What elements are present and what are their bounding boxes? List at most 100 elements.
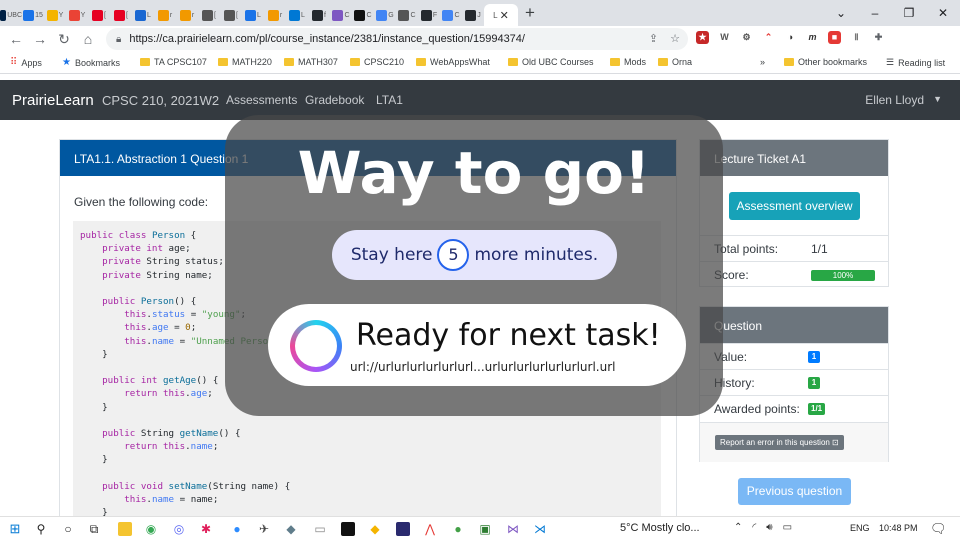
- browser-tab[interactable]: r: [264, 4, 286, 26]
- browser-tab[interactable]: F: [418, 4, 440, 26]
- browser-tab[interactable]: C: [396, 4, 418, 26]
- other-bookmarks[interactable]: Other bookmarks: [784, 57, 867, 67]
- browser-tab[interactable]: L: [132, 4, 154, 26]
- forward-icon[interactable]: →: [28, 31, 52, 47]
- bookmarks-overflow[interactable]: »: [760, 57, 765, 67]
- browser-tab[interactable]: r: [154, 4, 176, 26]
- bookmark-folder[interactable]: WebAppsWhat: [416, 57, 490, 67]
- app-icon[interactable]: ⋀: [423, 522, 437, 536]
- windows-start-icon[interactable]: ⊞: [8, 522, 22, 536]
- url-text[interactable]: https://ca.prairielearn.com/pl/course_in…: [129, 33, 525, 45]
- browser-tab[interactable]: J: [462, 4, 484, 26]
- language-indicator[interactable]: ENG: [850, 523, 870, 533]
- bookmark-apps[interactable]: ⠿ Apps: [10, 57, 42, 68]
- address-bar[interactable]: 🔒︎ https://ca.prairielearn.com/pl/course…: [106, 28, 688, 50]
- caret-down-icon[interactable]: ▼: [933, 94, 942, 104]
- minimize-button[interactable]: –: [858, 6, 892, 20]
- vscode-icon[interactable]: ⋊: [533, 522, 547, 536]
- browser-tab[interactable]: C: [440, 4, 462, 26]
- browser-tab[interactable]: [: [198, 4, 220, 26]
- app-icon[interactable]: ✈: [257, 522, 271, 536]
- browser-tab[interactable]: L: [242, 4, 264, 26]
- search-icon[interactable]: ⚲: [34, 522, 48, 536]
- cortana-icon[interactable]: ○: [61, 522, 75, 536]
- back-icon[interactable]: ←: [4, 31, 28, 47]
- next-task-button[interactable]: Ready for next task! url://urlurlurlurlu…: [268, 304, 686, 386]
- bookmark-folder[interactable]: Orna: [658, 57, 692, 67]
- close-window-button[interactable]: ✕: [926, 6, 960, 20]
- terminal-icon[interactable]: [341, 522, 355, 536]
- browser-tab[interactable]: C: [352, 4, 374, 26]
- browser-tab[interactable]: [: [88, 4, 110, 26]
- report-error-button[interactable]: Report an error in this question ⊡: [715, 435, 844, 450]
- nav-assessments[interactable]: Assessments: [226, 93, 297, 107]
- weather-widget[interactable]: 5°C Mostly clo...: [620, 522, 700, 534]
- course-link[interactable]: CPSC 210, 2021W2: [102, 93, 219, 108]
- extension-icon[interactable]: m: [806, 31, 819, 44]
- browser-tab[interactable]: 15: [22, 4, 44, 26]
- app-icon[interactable]: [396, 522, 410, 536]
- chevron-up-icon[interactable]: ⌃: [734, 522, 742, 533]
- brand-link[interactable]: PrairieLearn: [12, 92, 94, 109]
- discord-icon[interactable]: ◎: [172, 522, 186, 536]
- app-icon[interactable]: ▭: [313, 522, 327, 536]
- assessment-overview-button[interactable]: Assessment overview: [729, 192, 860, 220]
- browser-tab[interactable]: r: [176, 4, 198, 26]
- close-tab-icon[interactable]: ✕: [500, 9, 509, 22]
- user-menu[interactable]: Ellen Lloyd: [865, 93, 924, 107]
- stay-here-button[interactable]: Stay here 5 more minutes.: [332, 230, 617, 280]
- tab-search-icon[interactable]: ⌄: [824, 6, 858, 20]
- home-icon[interactable]: ⌂: [76, 31, 100, 47]
- lock-icon[interactable]: 🔒︎: [116, 34, 121, 45]
- bookmark-folder[interactable]: MATH220: [218, 57, 272, 67]
- new-tab-button[interactable]: +: [518, 3, 542, 23]
- share-icon[interactable]: ⇪: [649, 32, 658, 45]
- bookmark-folder[interactable]: CPSC210: [350, 57, 404, 67]
- visual-studio-icon[interactable]: ⋈: [506, 522, 520, 536]
- browser-tab[interactable]: C: [330, 4, 352, 26]
- bookmark-folder[interactable]: TA CPSC107: [140, 57, 207, 67]
- extension-icon[interactable]: ■: [828, 31, 841, 44]
- browser-tab[interactable]: Y: [66, 4, 88, 26]
- browser-tab[interactable]: [: [110, 4, 132, 26]
- app-icon[interactable]: ▣: [478, 522, 492, 536]
- chrome-taskbar-icon[interactable]: ◉: [144, 522, 158, 536]
- app-icon[interactable]: ◆: [284, 522, 298, 536]
- app-icon[interactable]: ●: [451, 522, 465, 536]
- extension-icon[interactable]: ⚙: [740, 31, 753, 44]
- puzzle-icon[interactable]: ✚: [872, 31, 885, 44]
- browser-tab[interactable]: G: [374, 4, 396, 26]
- volume-icon[interactable]: 🔊︎: [766, 522, 772, 533]
- nav-lta1[interactable]: LTA1: [376, 93, 403, 107]
- extension-icon[interactable]: W: [718, 31, 731, 44]
- bookmark-star-icon[interactable]: ☆: [670, 32, 680, 45]
- extension-icon[interactable]: ★: [696, 31, 709, 44]
- browser-tab[interactable]: f: [308, 4, 330, 26]
- previous-question-button[interactable]: Previous question: [738, 478, 851, 505]
- restore-button[interactable]: ❐: [892, 6, 926, 20]
- bookmark-bookmarks[interactable]: ★ Bookmarks: [62, 57, 120, 68]
- reading-list[interactable]: ☰ Reading list: [886, 57, 945, 68]
- reload-icon[interactable]: ↻: [52, 31, 76, 48]
- browser-tab[interactable]: Y: [44, 4, 66, 26]
- clock[interactable]: 10:48 PM: [879, 523, 918, 533]
- browser-tab[interactable]: [: [220, 4, 242, 26]
- extension-icon[interactable]: Ⅱ: [850, 31, 863, 44]
- history-badge[interactable]: 1: [808, 377, 820, 389]
- slack-icon[interactable]: ✱: [199, 522, 213, 536]
- active-browser-tab[interactable]: L ✕: [484, 4, 518, 26]
- browser-tab[interactable]: UBC: [0, 4, 22, 26]
- bookmark-folder[interactable]: Old UBC Courses: [508, 57, 594, 67]
- extension-icon[interactable]: ⌃: [762, 31, 775, 44]
- browser-tab[interactable]: L: [286, 4, 308, 26]
- bookmark-folder[interactable]: MATH307: [284, 57, 338, 67]
- nav-gradebook[interactable]: Gradebook: [305, 93, 364, 107]
- file-explorer-icon[interactable]: [118, 522, 132, 536]
- task-view-icon[interactable]: ⧉: [87, 522, 101, 536]
- bookmark-folder[interactable]: Mods: [610, 57, 646, 67]
- wifi-icon[interactable]: ◜: [752, 522, 756, 533]
- battery-icon[interactable]: ▭: [783, 522, 792, 533]
- zoom-icon[interactable]: ●: [230, 522, 244, 536]
- notification-icon[interactable]: 🗨︎: [930, 521, 947, 537]
- app-icon[interactable]: ◆: [368, 522, 382, 536]
